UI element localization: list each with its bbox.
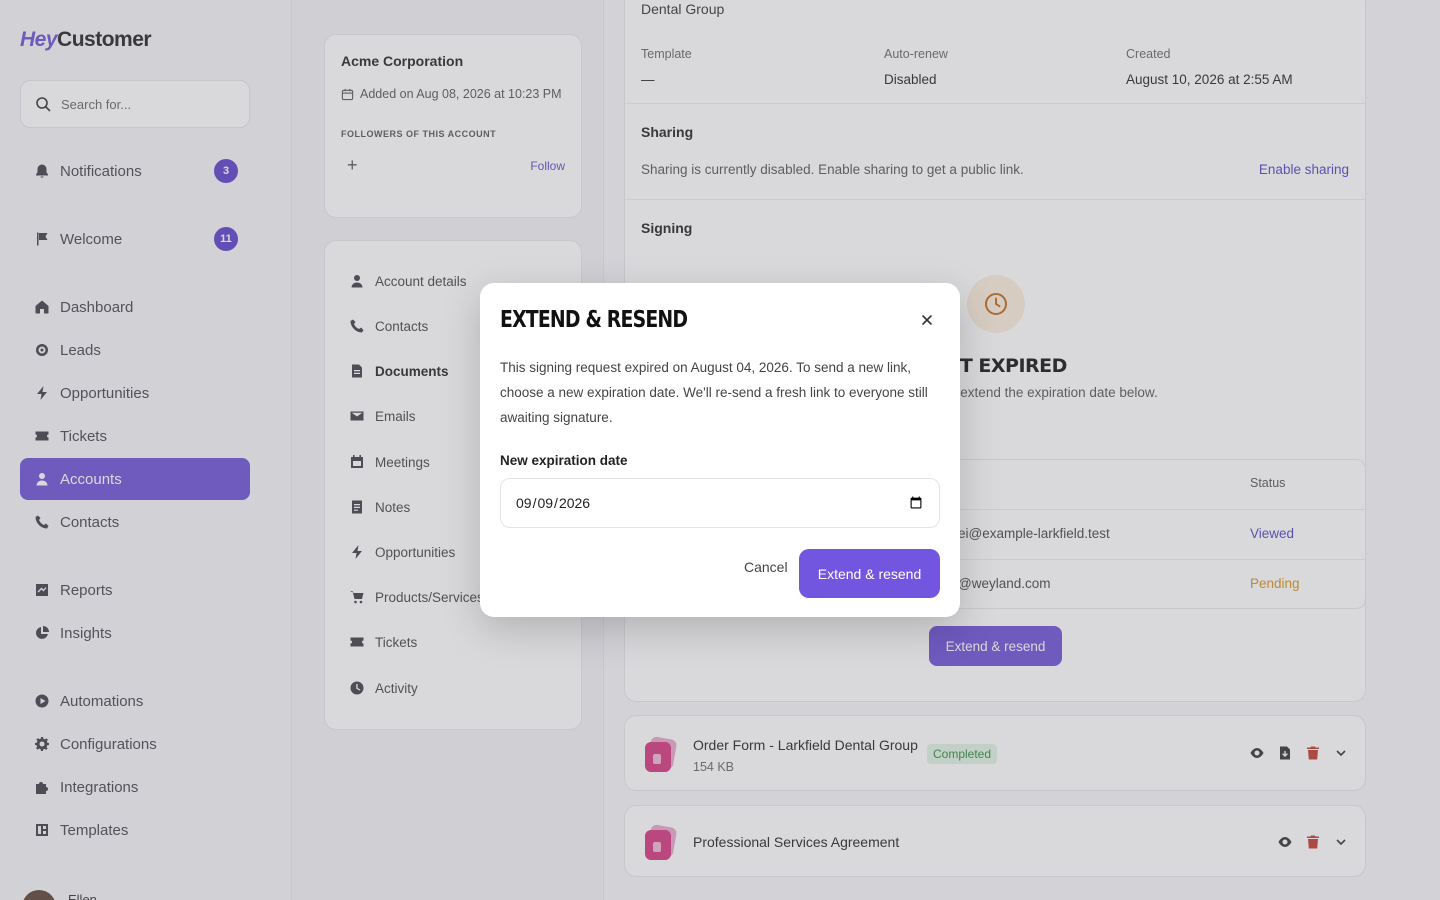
confirm-extend-resend-button[interactable]: Extend & resend [799, 549, 940, 598]
expiration-date-label: New expiration date [500, 453, 628, 468]
close-icon [922, 315, 932, 325]
cancel-button[interactable]: Cancel [744, 559, 788, 575]
dialog-title: EXTEND & RESEND [500, 307, 688, 333]
close-button[interactable] [920, 313, 934, 327]
expiration-date-field[interactable] [500, 478, 940, 528]
expiration-date-input[interactable] [515, 494, 925, 512]
extend-resend-dialog: EXTEND & RESEND This signing request exp… [480, 283, 960, 617]
dialog-description: This signing request expired on August 0… [500, 360, 928, 425]
